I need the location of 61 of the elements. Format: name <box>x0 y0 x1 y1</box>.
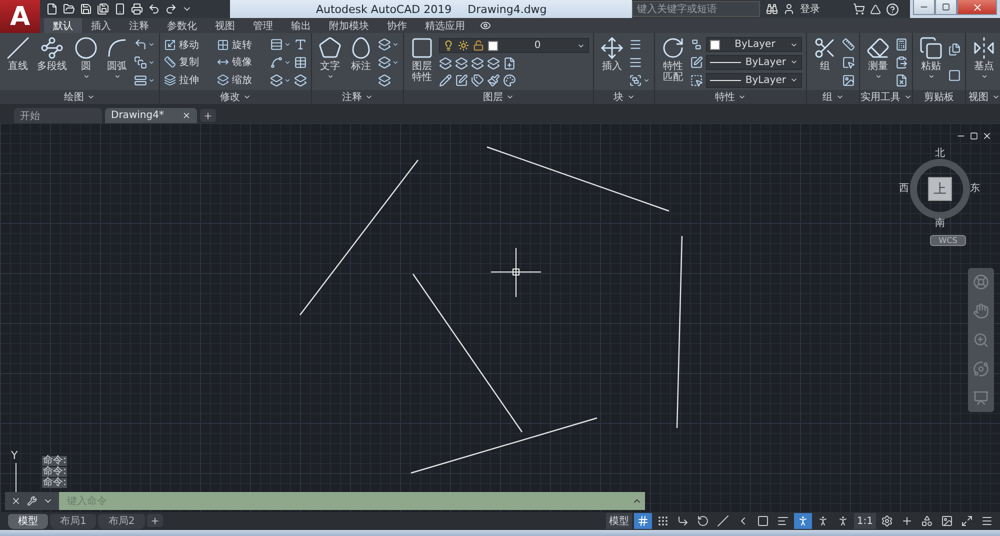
layer-dropdown[interactable]: 0 <box>439 38 589 53</box>
panel-title[interactable]: 修改 <box>160 90 311 104</box>
ribbon-tool-button[interactable]: 文字 <box>316 35 344 90</box>
ribbon-tab[interactable]: 精选应用 <box>416 18 474 33</box>
tool-button[interactable]: 复制 <box>164 55 214 70</box>
ribbon-tool-button[interactable]: 圆弧 <box>103 35 131 90</box>
document-title: Drawing4.dwg <box>468 2 547 16</box>
panel-title[interactable]: 块 <box>594 90 654 104</box>
line-dropdown[interactable]: ByLayer <box>706 54 802 70</box>
tool-button[interactable]: 旋转 <box>217 38 267 52</box>
panel-title[interactable]: 注释 <box>312 90 403 104</box>
tool-button[interactable]: 缩放 <box>217 73 267 88</box>
viewcube-face[interactable]: 上 <box>928 177 952 201</box>
layout-tab[interactable]: 布局2 <box>98 514 145 528</box>
tool-button[interactable]: 镜像 <box>217 55 267 70</box>
compass-label: 西 <box>899 184 909 194</box>
line-dropdown[interactable]: ByLayer <box>706 72 802 88</box>
layout-tab[interactable]: 模型 <box>8 514 48 528</box>
ribbon-tab[interactable]: 默认 <box>44 18 82 33</box>
tool-button[interactable]: 移动 <box>164 38 214 52</box>
panel-title[interactable]: 组 <box>807 90 859 104</box>
application-menu-button[interactable]: A <box>0 0 40 33</box>
ribbon-tool-button[interactable]: 测量 <box>864 35 892 90</box>
ribbon-tool-button[interactable]: 圆 <box>72 35 100 90</box>
compass-label: 南 <box>935 219 945 229</box>
ribbon-tab[interactable]: 注释 <box>120 18 158 33</box>
file-tab[interactable]: 开始 <box>14 108 102 123</box>
ribbon-tab[interactable]: 视图 <box>206 18 244 33</box>
ribbon-tab[interactable]: 输出 <box>282 18 320 33</box>
status-button[interactable]: 1:1 <box>854 513 876 529</box>
ribbon-tool-button[interactable]: 基点 <box>970 35 998 90</box>
sign-in-label[interactable]: 登录 <box>800 2 820 16</box>
ribbon-tool-button[interactable]: 多段线 <box>35 35 69 90</box>
ribbon-tool-button[interactable]: 标注 <box>347 35 375 90</box>
tool-button[interactable]: 拉伸 <box>164 73 214 88</box>
app-title: Autodesk AutoCAD 2019 <box>316 2 452 16</box>
panel-title[interactable]: 绘图 <box>0 90 159 104</box>
panel-title[interactable]: 实用工具 <box>860 90 912 104</box>
search-field[interactable]: 键入关键字或短语 <box>632 1 760 17</box>
compass-label: 东 <box>970 184 980 194</box>
compass-label: 北 <box>935 149 945 159</box>
panel-title[interactable]: 特性 <box>655 90 806 104</box>
ribbon-tab[interactable]: 协作 <box>378 18 416 33</box>
file-tab[interactable]: Drawing4* <box>105 108 197 123</box>
ribbon-tool-button[interactable]: 组 <box>811 35 839 90</box>
ribbon-tab[interactable]: 附加模块 <box>320 18 378 33</box>
panel-title[interactable]: 剪贴板 <box>913 90 965 104</box>
ribbon-tool-button[interactable]: 直线 <box>4 35 32 90</box>
ribbon-tool-button[interactable]: 特性匹配 <box>659 35 687 90</box>
ribbon-tab[interactable]: 管理 <box>244 18 282 33</box>
status-button[interactable]: 模型 <box>606 513 632 529</box>
layout-tab[interactable]: 布局1 <box>50 514 96 528</box>
panel-title[interactable]: 图层 <box>404 90 593 104</box>
ribbon-tab[interactable]: 插入 <box>82 18 120 33</box>
ribbon-tool-button[interactable]: 插入 <box>598 35 626 90</box>
ribbon-tool-button[interactable]: 图层特性 <box>408 35 436 90</box>
ribbon-tool-button[interactable]: 粘贴 <box>917 35 945 90</box>
panel-title[interactable]: 视图 <box>966 90 1000 104</box>
color-dropdown[interactable]: ByLayer <box>706 37 802 52</box>
axis-label: Y <box>11 449 18 462</box>
ribbon-tab[interactable]: 参数化 <box>158 18 206 33</box>
